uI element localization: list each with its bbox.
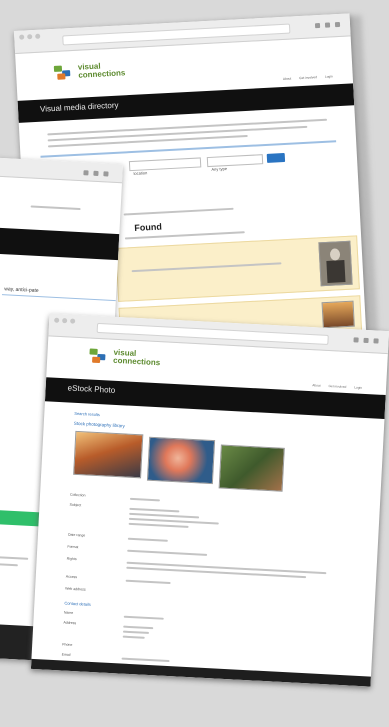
photo-thumbnail-nature[interactable] <box>218 444 285 492</box>
contact-label: Email <box>61 652 71 657</box>
result-row[interactable] <box>115 235 360 302</box>
top-menu: About Get involved Login <box>312 383 362 390</box>
contact-label: Address <box>63 620 77 626</box>
menu-item[interactable]: About <box>283 77 292 81</box>
section-heading: Contact details <box>64 600 91 607</box>
toolbar-icon[interactable] <box>103 171 109 177</box>
landscape-thumbnail[interactable] <box>321 300 355 329</box>
menu-item[interactable]: Get involved <box>328 384 346 389</box>
toolbar-icon[interactable] <box>363 337 369 344</box>
field-label: Web address <box>65 586 86 592</box>
page-title: eStock Photo <box>67 383 116 395</box>
breadcrumb[interactable]: Search results <box>74 411 100 417</box>
field-label: Rights <box>66 556 77 562</box>
type-select[interactable]: Any type <box>206 154 264 172</box>
title-bar: Visual media directory <box>17 83 355 123</box>
logo-text: connections <box>112 355 161 368</box>
intro-text: way, antici-pate <box>4 286 39 295</box>
menu-item[interactable]: About <box>312 383 321 387</box>
title-bar <box>0 226 120 261</box>
menu-item[interactable]: Login <box>354 385 362 389</box>
menu-item[interactable]: Get involved <box>299 75 317 80</box>
contact-label: Phone <box>62 642 73 647</box>
toolbar-icon[interactable] <box>334 21 341 28</box>
page-title: Visual media directory <box>39 100 119 114</box>
field-label: Subject <box>69 502 82 508</box>
photo-thumbnail-sunset[interactable] <box>73 430 144 479</box>
top-menu: About Get involved Login <box>283 74 333 81</box>
site-logo[interactable]: visual connections <box>53 61 126 81</box>
record-title: Stock photography library <box>73 420 125 429</box>
portrait-thumbnail[interactable] <box>318 240 353 287</box>
toolbar-icon[interactable] <box>353 337 359 343</box>
search-placeholder: location <box>133 170 148 176</box>
search-button[interactable]: Search <box>266 153 286 168</box>
logo-icon <box>53 65 75 80</box>
browser-window-estock: visual connections About Get involved Log… <box>30 313 389 687</box>
toolbar-icon[interactable] <box>93 170 99 176</box>
field-label: Access <box>65 574 78 580</box>
browser-toolbar <box>13 13 351 54</box>
select-value: Any type <box>211 166 228 172</box>
photo-thumbnail-portrait[interactable] <box>146 436 216 485</box>
toolbar-icon[interactable] <box>324 22 331 28</box>
address-bar[interactable] <box>96 322 329 345</box>
field-label: Collection <box>69 492 86 498</box>
logo-icon <box>89 348 110 364</box>
metadata-table: Collection Subject Date range Format Rig… <box>62 492 350 663</box>
menu-item[interactable]: Login <box>325 74 333 78</box>
address-bar[interactable] <box>62 23 291 46</box>
field-label: Format <box>67 544 79 550</box>
section-heading: Found <box>134 221 163 233</box>
contact-label: Name <box>63 610 74 615</box>
field-label: Date range <box>67 532 86 538</box>
toolbar-icon[interactable] <box>83 170 89 176</box>
site-logo[interactable]: visual connections <box>89 348 161 368</box>
search-input[interactable]: location <box>128 157 202 176</box>
toolbar-icon[interactable] <box>314 22 321 29</box>
logo-text: connections <box>78 68 126 80</box>
toolbar-icon[interactable] <box>373 338 379 344</box>
